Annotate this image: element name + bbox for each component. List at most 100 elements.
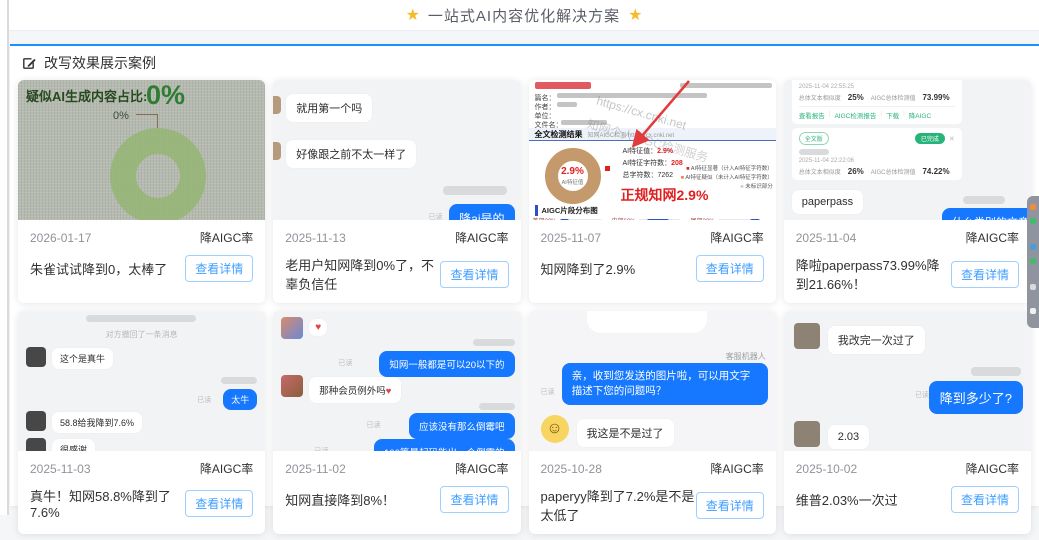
blurred-text — [535, 82, 591, 89]
chat-bubble: 就用第一个吗 — [286, 94, 372, 122]
case-card: 我改完一次过了 已读 降到多少了? 2.03 2025-10-02 降AIGC率… — [784, 311, 1031, 534]
system-message: 对方撤回了一条消息 — [18, 329, 265, 340]
case-date: 2025-11-07 — [541, 231, 602, 245]
avatar — [281, 317, 303, 339]
dist-label: 尾部20% — [691, 216, 715, 220]
avatar — [26, 347, 46, 367]
ai-ratio-label: AI特征值 — [545, 178, 601, 186]
avatar — [26, 411, 46, 431]
chat-bubble: 很感谢 — [52, 439, 95, 451]
case-screenshot-paperpass: 2025-11-04 22:55:25 总体文本相似度 25% AIGC总体检测值… — [784, 80, 1031, 220]
chat-bubble-sent: 应该没有那么倒霉吧 — [409, 413, 515, 439]
case-screenshot-chat: 就用第一个吗 好像跟之前不太一样了 已读 降ai是的 — [273, 80, 520, 220]
distribution-title: AIGC片段分布图 — [535, 205, 598, 216]
view-details-button[interactable]: 查看详情 — [440, 261, 508, 288]
view-details-button[interactable]: 查看详情 — [185, 490, 253, 517]
view-details-button[interactable]: 查看详情 — [951, 261, 1019, 288]
chat-bubble: 58.8给我降到7.6% — [52, 412, 142, 433]
aigc-value: 74.22% — [922, 167, 949, 176]
case-card: 就用第一个吗 好像跟之前不太一样了 已读 降ai是的 2025-11-13 降A… — [273, 80, 520, 303]
read-receipt: 已读 — [197, 395, 211, 405]
blurred-system-text — [86, 315, 196, 322]
case-date: 2025-10-28 — [541, 462, 602, 476]
dist-label: 中部60% — [612, 216, 636, 220]
avatar — [273, 142, 281, 160]
action-link[interactable]: AIGC检测报告 — [834, 110, 876, 120]
case-badge: 降AIGC率 — [200, 460, 253, 477]
blurred-text — [971, 367, 1021, 376]
case-badge: 降AIGC率 — [966, 229, 1019, 246]
case-description: 老用户知网降到0%了，不辜负信任 — [285, 255, 440, 293]
view-details-button[interactable]: 查看详情 — [185, 255, 253, 282]
blurred-text — [473, 339, 515, 346]
blurred-name — [799, 149, 829, 155]
action-link[interactable]: 下载 — [886, 110, 899, 120]
blurred-text — [557, 102, 577, 107]
chat-bubble-sent: 100篇最起码能出一个倒霉的 — [374, 439, 514, 451]
case-badge: 降AIGC率 — [200, 229, 253, 246]
case-badge: 降AIGC率 — [966, 460, 1019, 477]
case-date: 2025-11-13 — [285, 231, 346, 245]
chat-bubble: 好像跟之前不太一样了 — [286, 140, 416, 168]
stat-label: 总字符数： — [623, 172, 658, 179]
case-description: 朱雀试试降到0，太棒了 — [30, 259, 167, 278]
floating-sidebar-widget[interactable] — [1027, 196, 1039, 328]
case-card: ♥ 已读 知网一般都是可以20以下的 那种会员例外吗♥ 已读 应该没有那么倒霉吧… — [273, 311, 520, 534]
case-date: 2025-11-04 — [796, 231, 857, 245]
aigc-label: AIGC总体检测值 — [871, 167, 916, 176]
zhuque-headline-value: 0% — [146, 80, 185, 111]
avatar — [281, 375, 303, 397]
case-date: 2025-10-02 — [796, 462, 857, 476]
case-screenshot-service-chat: 客服机器人 已读 亲，收到您发送的图片啦，可以用文字描述下您的问题吗？ ☺ 我这… — [529, 311, 776, 451]
blurred-text — [557, 93, 707, 98]
sim-label: 总体文本相似度 — [799, 167, 841, 176]
case-screenshot-cnki-report: 篇名： 作者： 单位： 文件名： 全文检测结果 知网AIGC检测 https:/… — [529, 80, 776, 220]
case-card: 篇名： 作者： 单位： 文件名： 全文检测结果 知网AIGC检测 https:/… — [529, 80, 776, 303]
case-card: 对方撤回了一条消息 这个是真牛 已读 太牛 58.8给我降到7.6% 很感谢 2… — [18, 311, 265, 534]
case-card: 2025-11-04 22:55:25 总体文本相似度 25% AIGC总体检测值… — [784, 80, 1031, 303]
section-header: 改写效果展示案例 — [10, 46, 1039, 79]
widget-icon — [1030, 204, 1036, 210]
blurred-text — [963, 196, 1005, 204]
legend-marker-red — [605, 166, 610, 171]
chat-bubble-sent: 降到多少了? — [929, 381, 1023, 414]
avatar — [26, 438, 46, 451]
read-receipt: 已读 — [315, 446, 329, 451]
blurred-text — [443, 186, 507, 195]
report-time: 2025-11-04 22:22:06 — [799, 158, 955, 164]
chat-bubble: 我改完一次过了 — [828, 326, 925, 354]
donut-pointer-line — [136, 114, 158, 128]
chat-bubble-sent: 降ai是的 — [449, 204, 514, 220]
view-details-button[interactable]: 查看详情 — [696, 255, 764, 282]
report-mini-card: 全文版 已完成 ✕ 2025-11-04 22:22:06 总体文本相似度26%… — [792, 128, 962, 180]
view-details-button[interactable]: 查看详情 — [951, 486, 1019, 513]
legend-item: ■ 未标识部分 — [740, 182, 772, 190]
action-link[interactable]: 降AIGC — [909, 110, 931, 120]
ai-ratio-value: 2.9% — [545, 166, 601, 177]
case-card: 疑似AI生成内容占比: 0% 0% 2026-01-17 降AIGC率 朱雀试试… — [18, 80, 265, 303]
emoji-sticker: ♥ — [309, 319, 327, 336]
case-date: 2025-11-03 — [30, 462, 91, 476]
zhuque-headline: 疑似AI生成内容占比: — [26, 86, 147, 105]
case-description: 维普2.03%一次过 — [796, 490, 898, 509]
report-time: 2025-11-04 22:55:25 — [799, 84, 955, 90]
case-description: 知网直接降到8%！ — [285, 490, 395, 509]
case-badge: 降AIGC率 — [455, 229, 508, 246]
delete-icon[interactable]: ✕ — [949, 135, 955, 143]
star-icon: ★ — [628, 5, 642, 25]
report-tag: 全文版 — [799, 132, 829, 145]
case-screenshot-zhuque: 疑似AI生成内容占比: 0% 0% — [18, 80, 265, 220]
emoji-icon: ♥ — [386, 386, 392, 397]
action-link[interactable]: 查看报告 — [799, 110, 825, 120]
donut-chart — [110, 128, 206, 220]
widget-icon — [1030, 258, 1036, 264]
avatar: ☺ — [541, 415, 569, 443]
view-details-button[interactable]: 查看详情 — [696, 492, 764, 519]
stat-label: AI特征字符数： — [623, 160, 672, 167]
widget-icon — [1030, 284, 1036, 290]
view-details-button[interactable]: 查看详情 — [440, 486, 508, 513]
sim-value: 25% — [848, 93, 864, 102]
chat-bubble: 2.03 — [828, 425, 869, 449]
case-date: 2026-01-17 — [30, 231, 91, 245]
result-title: 全文检测结果 — [535, 129, 583, 140]
